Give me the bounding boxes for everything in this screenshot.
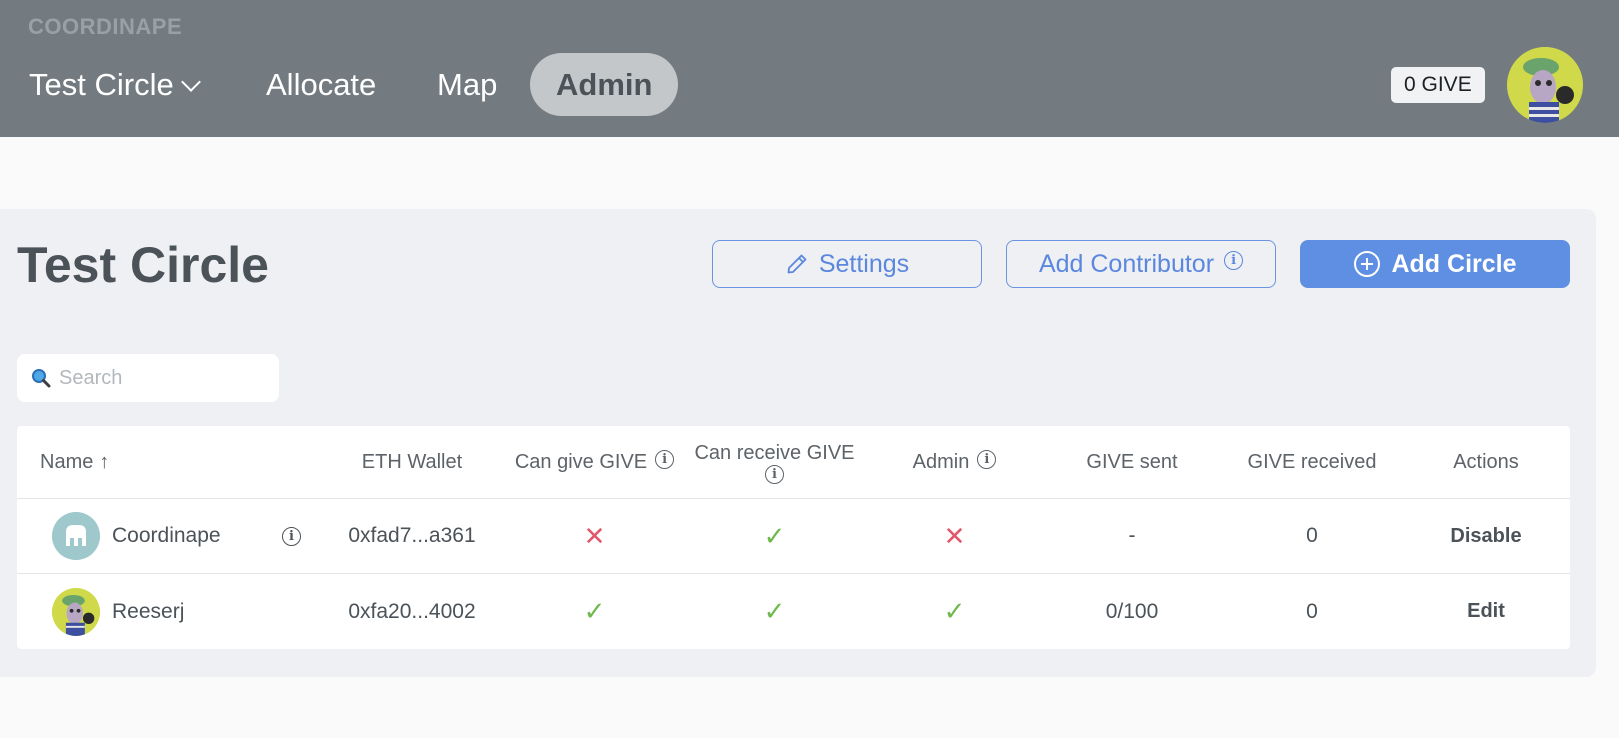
coordinape-logo-icon [52,512,100,560]
wallet-address: 0xfad7...a361 [348,524,476,547]
settings-button[interactable]: Settings [712,240,982,288]
circle-selector[interactable]: Test Circle [3,53,224,116]
can-give-check-icon: ✓ [583,596,606,626]
give-balance-badge[interactable]: 0 GIVE [1391,67,1485,103]
column-admin-label: Admin [912,450,970,473]
search-box[interactable] [17,354,279,402]
can-give-cross-icon: ✕ [583,520,606,551]
give-sent-value: - [1128,524,1136,547]
can-receive-check-icon: ✓ [763,596,786,626]
info-icon[interactable]: i [282,527,301,546]
column-can-give-label: Can give GIVE [514,450,648,473]
nav-admin[interactable]: Admin [530,53,679,116]
user-avatar[interactable] [1507,47,1583,123]
avatar-image [52,587,100,636]
info-icon[interactable]: i [1224,250,1244,270]
circle-selector-label: Test Circle [29,67,174,102]
settings-label: Settings [818,249,910,278]
brand-logo[interactable]: COORDINAPE [28,14,182,40]
column-header-give-received[interactable]: GIVE received [1222,426,1402,498]
search-icon [32,369,51,388]
column-header-admin[interactable]: Admin i [867,426,1042,498]
wallet-address: 0xfa20...4002 [348,599,476,623]
info-icon[interactable]: i [655,449,675,469]
member-name-cell: Reeserj [17,574,327,649]
column-can-receive-label: Can receive GIVE [694,441,855,464]
add-circle-button[interactable]: Add Circle [1300,240,1570,288]
table-row: Reeserj 0xfa20...4002 ✓ ✓ ✓ 0/100 0 Edit [17,574,1570,649]
admin-check-icon: ✓ [943,596,966,626]
add-circle-label: Add Circle [1391,249,1517,278]
avatar [52,512,100,560]
column-header-can-give[interactable]: Can give GIVE i [507,426,682,498]
top-nav-bar: COORDINAPE Test Circle Allocate Map Admi… [0,0,1619,137]
add-contributor-button[interactable]: Add Contributor i [1006,240,1276,288]
give-received-value: 0 [1306,599,1318,623]
table-header-row: Name ↑ ETH Wallet Can give GIVE i Can re… [17,426,1570,499]
nav-allocate[interactable]: Allocate [240,53,402,116]
search-input[interactable] [59,366,259,390]
pencil-icon [787,254,807,274]
admin-panel: Test Circle Settings Add Contributor i A… [0,209,1596,677]
page-title: Test Circle [17,237,269,293]
member-name: Coordinape [112,524,221,547]
can-receive-check-icon: ✓ [763,520,786,551]
add-contributor-label: Add Contributor [1038,249,1215,278]
column-header-wallet[interactable]: ETH Wallet [327,426,497,498]
column-header-name[interactable]: Name ↑ [17,426,327,498]
disable-button[interactable]: Disable [1402,499,1570,573]
admin-cross-icon: ✕ [943,520,966,551]
member-name: Reeserj [112,599,185,623]
nav-map[interactable]: Map [411,53,523,116]
column-header-can-receive[interactable]: Can receive GIVE i [682,426,867,498]
info-icon[interactable]: i [977,449,997,469]
give-sent-value: 0/100 [1105,599,1159,623]
column-name-label: Name [40,450,94,473]
sort-ascending-icon: ↑ [99,450,110,473]
column-header-actions: Actions [1453,450,1519,473]
column-header-give-sent[interactable]: GIVE sent [1042,426,1222,498]
members-table: Name ↑ ETH Wallet Can give GIVE i Can re… [17,426,1570,649]
member-name-cell: Coordinape i [17,499,327,573]
give-received-value: 0 [1306,524,1318,547]
table-row: Coordinape i 0xfad7...a361 ✕ ✓ ✕ - 0 Dis… [17,499,1570,574]
avatar-image [1507,47,1583,123]
edit-button[interactable]: Edit [1402,574,1570,649]
avatar [52,587,100,636]
info-icon[interactable]: i [765,464,784,484]
plus-circle-icon [1354,251,1381,277]
chevron-down-icon [180,72,201,92]
